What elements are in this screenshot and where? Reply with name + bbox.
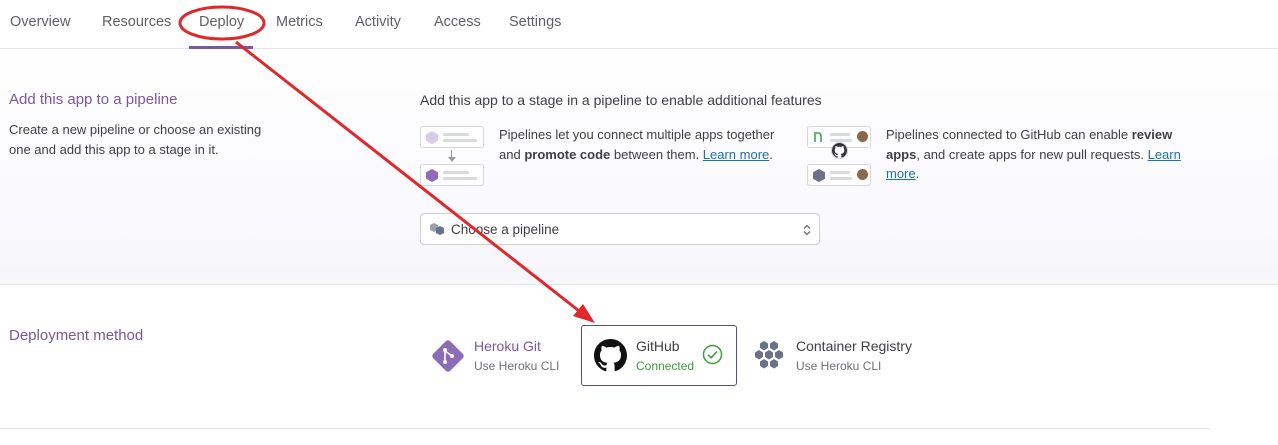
github-connected-status: Connected bbox=[636, 359, 695, 373]
app-nav-tabs: Overview Resources Deploy Metrics Activi… bbox=[0, 0, 1278, 49]
heroku-git-option[interactable]: Heroku Git Use Heroku CLI bbox=[425, 325, 575, 386]
github-small-icon bbox=[831, 142, 848, 159]
pull-request-icon bbox=[814, 132, 822, 142]
tab-resources[interactable]: Resources bbox=[102, 14, 171, 30]
tab-activity[interactable]: Activity bbox=[355, 14, 401, 30]
github-option[interactable]: GitHub Connected bbox=[581, 325, 737, 386]
heroku-git-icon bbox=[432, 340, 464, 372]
github-icon bbox=[594, 339, 627, 372]
container-registry-subtitle: Use Heroku CLI bbox=[796, 359, 882, 373]
container-registry-icon bbox=[755, 341, 783, 369]
active-tab-indicator bbox=[189, 46, 253, 49]
container-registry-option[interactable]: Container Registry Use Heroku CLI bbox=[750, 325, 940, 386]
github-title: GitHub bbox=[636, 338, 680, 354]
choose-pipeline-label: Choose a pipeline bbox=[451, 222, 560, 237]
avatar bbox=[857, 169, 868, 180]
tab-metrics[interactable]: Metrics bbox=[276, 14, 323, 30]
heroku-git-subtitle: Use Heroku CLI bbox=[474, 359, 560, 373]
deployment-method-title: Deployment method bbox=[9, 327, 144, 344]
pipeline-stage-card bbox=[420, 164, 484, 186]
tab-access[interactable]: Access bbox=[434, 14, 481, 30]
check-circle-icon bbox=[702, 344, 723, 365]
app-hex-icon bbox=[426, 169, 438, 182]
promote-code-illustration bbox=[420, 126, 486, 188]
tab-settings[interactable]: Settings bbox=[509, 14, 561, 30]
review-apps-illustration bbox=[807, 126, 873, 188]
pipeline-section-title: Add this app to a pipeline bbox=[9, 91, 178, 108]
pipeline-icon bbox=[430, 223, 444, 235]
section-divider bbox=[0, 428, 1210, 429]
deployment-method-section: Deployment method Heroku Git Use Heroku … bbox=[0, 286, 1278, 445]
tab-deploy[interactable]: Deploy bbox=[199, 14, 244, 30]
container-registry-title: Container Registry bbox=[796, 338, 912, 354]
pipeline-stage-card bbox=[420, 126, 484, 148]
chevron-updown-icon bbox=[803, 224, 811, 236]
tab-overview[interactable]: Overview bbox=[10, 14, 70, 30]
heroku-git-title: Heroku Git bbox=[474, 338, 541, 354]
pipeline-stage-card bbox=[807, 164, 871, 186]
app-hex-icon bbox=[426, 131, 438, 144]
promote-code-feature: Pipelines let you connect multiple apps … bbox=[499, 127, 775, 162]
review-apps-feature: Pipelines connected to GitHub can enable… bbox=[886, 127, 1181, 181]
app-hex-icon bbox=[813, 169, 825, 182]
choose-pipeline-select[interactable]: Choose a pipeline bbox=[420, 213, 820, 245]
pipeline-section: Add this app to a pipeline Create a new … bbox=[0, 50, 1278, 285]
avatar bbox=[857, 131, 868, 142]
arrow-down-icon bbox=[448, 157, 456, 162]
pipeline-section-description: Create a new pipeline or choose an exist… bbox=[9, 122, 262, 157]
learn-more-link[interactable]: Learn more bbox=[703, 147, 769, 162]
pipeline-intro-text: Add this app to a stage in a pipeline to… bbox=[420, 92, 822, 108]
